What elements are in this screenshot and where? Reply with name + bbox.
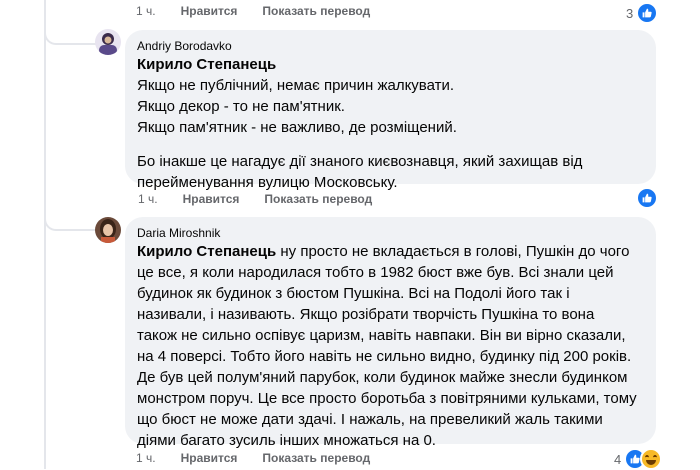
comment-time[interactable]: 1 ч. <box>136 4 156 18</box>
like-link[interactable]: Нравится <box>181 4 238 18</box>
comment-line: Якщо не публічний, немає причин жалкуват… <box>137 77 455 94</box>
like-icon <box>636 2 659 24</box>
like-link[interactable]: Нравится <box>181 451 238 465</box>
comment-line: Бо інакше це нагадує дії знаного києвозн… <box>137 153 583 191</box>
comment-bubble: Andriy Borodavko Кирило Степанець Якщо н… <box>125 30 656 191</box>
translate-link[interactable]: Показать перевод <box>262 4 370 18</box>
haha-icon <box>640 448 663 470</box>
comment-line: Якщо декор - то не пам'ятник. <box>137 98 345 115</box>
reactions[interactable]: 4 <box>614 448 663 470</box>
like-link[interactable]: Нравится <box>183 192 240 206</box>
comment-actions: 1 ч. Нравится Показать перевод <box>136 451 370 465</box>
comment-line: Якщо пам'ятник - не важливо, де розміщен… <box>137 119 457 136</box>
reaction-count: 3 <box>626 5 634 21</box>
reactions[interactable]: 3 <box>626 2 659 24</box>
comment-actions: 1 ч. Нравится Показать перевод <box>138 192 372 206</box>
comment-actions: 1 ч. Нравится Показать перевод <box>136 4 370 18</box>
thread-branch <box>44 25 96 45</box>
avatar[interactable] <box>95 29 121 55</box>
translate-link[interactable]: Показать перевод <box>264 192 372 206</box>
comment-bubble: Daria Miroshnik Кирило Степанець ну прос… <box>125 217 656 449</box>
translate-link[interactable]: Показать перевод <box>262 451 370 465</box>
comment-time[interactable]: 1 ч. <box>138 192 158 206</box>
mention-tag[interactable]: Кирило Степанець <box>137 54 644 75</box>
reaction-count: 4 <box>614 451 622 467</box>
mention-tag[interactable]: Кирило Степанець <box>137 243 276 260</box>
reactions[interactable] <box>636 187 658 209</box>
avatar[interactable] <box>95 217 121 243</box>
thread-branch <box>44 211 96 231</box>
comment-author[interactable]: Daria Miroshnik <box>137 225 644 241</box>
comment-time[interactable]: 1 ч. <box>136 451 156 465</box>
comment-text: ну просто не вкладається в голові, Пушкі… <box>137 243 637 449</box>
like-icon <box>636 187 658 209</box>
thread-line <box>44 0 46 469</box>
comment-author[interactable]: Andriy Borodavko <box>137 38 644 54</box>
